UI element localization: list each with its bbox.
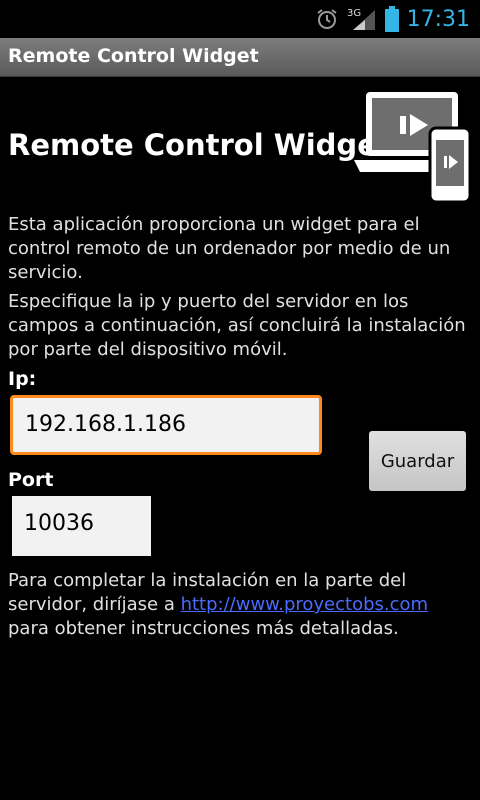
footer-text: Para completar la instalación en la part… bbox=[8, 569, 468, 641]
intro-text: Esta aplicación proporciona un widget pa… bbox=[8, 214, 451, 283]
title-bar: Remote Control Widget bbox=[0, 38, 480, 77]
ip-label: Ip: bbox=[8, 368, 37, 390]
app-title: Remote Control Widget bbox=[8, 45, 259, 67]
page-title: Remote Control Widget bbox=[8, 128, 391, 162]
signal-3g-icon: 3G bbox=[347, 8, 375, 30]
remote-control-logo-icon bbox=[354, 92, 472, 204]
status-icons: 3G 17:31 bbox=[315, 4, 470, 34]
network-type-label: 3G bbox=[347, 8, 361, 19]
save-button[interactable]: Guardar bbox=[369, 431, 466, 491]
alarm-icon bbox=[316, 9, 337, 29]
clock: 17:31 bbox=[406, 6, 470, 32]
battery-icon bbox=[384, 6, 399, 32]
footer-text-end: para obtener instrucciones más detallada… bbox=[8, 618, 399, 639]
status-bar: 3G 17:31 bbox=[0, 0, 480, 38]
website-link[interactable]: http://www.proyectobs.com bbox=[181, 594, 428, 615]
port-input[interactable]: 10036 bbox=[12, 496, 151, 556]
port-label: Port bbox=[8, 469, 54, 491]
ip-input[interactable]: 192.168.1.186 bbox=[10, 395, 322, 455]
instructions-text: Especifique la ip y puerto del servidor … bbox=[8, 291, 466, 360]
